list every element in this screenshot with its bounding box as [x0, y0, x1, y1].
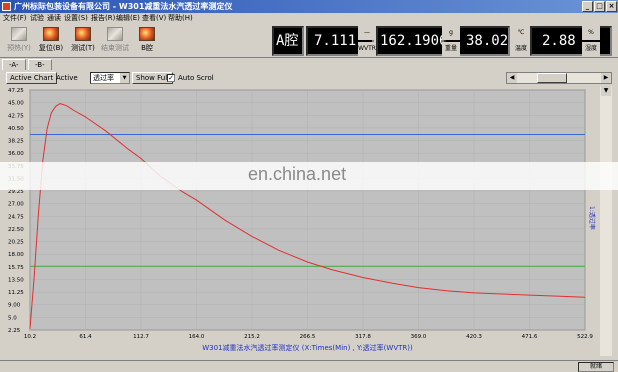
y-tick-label: 45.00 — [8, 101, 24, 107]
chamber-b-button[interactable]: B腔 — [130, 26, 164, 56]
chamber-tabs: -A- -B- — [0, 59, 618, 70]
temp-value: 2.88 — [542, 33, 576, 49]
tab-b[interactable]: -B- — [28, 59, 52, 70]
y-tick-label: 11.25 — [8, 290, 24, 296]
x-tick-label: 522.9 — [577, 334, 593, 340]
wvtr-display: 162.1906 — [376, 26, 448, 56]
active-label: Active — [56, 74, 78, 82]
menu-bar: 文件(F) 试验 通读 设置(S) 报告(R) 编辑(E) 查看(V) 帮助(H… — [0, 13, 618, 24]
x-tick-label: 215.2 — [244, 334, 260, 340]
stop-test-button[interactable]: 结束测试 — [98, 26, 132, 56]
scroll-right-icon[interactable]: ▶ — [601, 73, 611, 83]
y-tick-label: 15.75 — [8, 265, 24, 271]
scroll-thumb[interactable] — [537, 73, 567, 83]
y-tick-label: 13.50 — [8, 277, 24, 283]
reset-icon — [43, 27, 59, 41]
y-tick-label: 22.50 — [8, 227, 24, 233]
maximize-button[interactable]: □ — [594, 1, 605, 12]
app-icon — [2, 2, 11, 11]
status-text: 就绪 — [578, 362, 614, 372]
close-button[interactable]: × — [606, 1, 617, 12]
preheat-icon — [11, 27, 27, 41]
test-icon — [75, 27, 91, 41]
chamber-display: A腔 — [272, 26, 304, 56]
y-tick-label: 2.25 — [8, 328, 21, 334]
menu-settings[interactable]: 设置(S) — [64, 13, 88, 24]
temp-unit-symbol: ℃ — [512, 26, 530, 40]
menu-view[interactable]: 查看(V) — [142, 13, 166, 24]
stop-test-icon — [107, 27, 123, 41]
y-tick-label: 18.00 — [8, 252, 24, 258]
chevron-down-icon: ▼ — [120, 73, 129, 83]
value1-value: 7.111 — [314, 33, 357, 49]
chamber-value: A腔 — [276, 33, 299, 49]
vertical-scrollbar[interactable]: ▲ ▼ — [600, 86, 612, 356]
x-tick-label: 369.0 — [411, 334, 427, 340]
menu-test[interactable]: 试验 — [30, 13, 44, 24]
menu-report[interactable]: 报告(R) — [91, 13, 115, 24]
humidity-unit-symbol: % — [582, 26, 600, 40]
wvtr-unit-label: WVTR — [358, 42, 376, 56]
scroll-left-icon[interactable]: ◀ — [507, 73, 517, 83]
y-tick-label: 38.25 — [8, 139, 24, 145]
humidity-unit-label: 湿度 — [582, 42, 600, 56]
tab-a[interactable]: -A- — [2, 59, 26, 70]
y-axis-label-right: 1:透过率 — [588, 206, 596, 230]
weight-unit-symbol: g — [442, 26, 460, 40]
x-tick-label: 10.2 — [24, 334, 36, 340]
active-chart-button[interactable]: Active Chart — [6, 72, 58, 84]
preheat-button[interactable]: 预热(Y) — [2, 26, 36, 56]
y-tick-label: 42.75 — [8, 113, 24, 119]
watermark-band: en.china.net — [0, 162, 618, 190]
test-label: 测试(T) — [71, 44, 95, 52]
wvtr-chart: 2.25 5.0 9.00 11.25 13.50 15.75 18.00 20.25 22.5… — [4, 86, 600, 358]
status-bar: 就绪 — [0, 360, 618, 372]
menu-help[interactable]: 帮助(H) — [168, 13, 193, 24]
menu-read[interactable]: 通读 — [47, 13, 61, 24]
x-tick-label: 317.8 — [355, 334, 371, 340]
x-tick-label: 420.3 — [466, 334, 482, 340]
watermark-text: en.china.net — [248, 164, 347, 184]
x-tick-label: 471.6 — [522, 334, 538, 340]
window-title: 广州标际包装设备有限公司 - W301减重法水汽透过率测定仪 — [14, 2, 233, 11]
y-tick-label: 40.50 — [8, 126, 24, 132]
test-button[interactable]: 测试(T) — [66, 26, 100, 56]
x-tick-label: 112.7 — [133, 334, 149, 340]
chamber-b-label: B腔 — [141, 44, 153, 52]
auto-scroll-checkbox[interactable]: ✓ — [167, 74, 175, 82]
preheat-label: 预热(Y) — [7, 44, 31, 52]
series-select-value: 透过率 — [93, 74, 114, 82]
stop-test-label: 结束测试 — [101, 44, 129, 52]
wvtr-value: 162.1906 — [380, 33, 448, 49]
minimize-button[interactable]: _ — [582, 1, 593, 12]
title-bar: 广州标际包装设备有限公司 - W301减重法水汽透过率测定仪 _ □ × — [0, 0, 618, 13]
value1-unit: — — [358, 26, 376, 40]
x-tick-label: 164.0 — [189, 334, 205, 340]
y-tick-label: 47.25 — [8, 88, 24, 94]
y-tick-label: 36.00 — [8, 151, 24, 157]
chamber-b-icon — [139, 27, 155, 41]
menu-edit[interactable]: 编辑(E) — [116, 13, 140, 24]
series-select[interactable]: 透过率 ▼ — [90, 72, 130, 84]
menu-file[interactable]: 文件(F) — [3, 13, 27, 24]
y-tick-label: 27.00 — [8, 202, 24, 208]
reset-label: 复位(B) — [38, 44, 64, 52]
reset-button[interactable]: 复位(B) — [34, 26, 68, 56]
scroll-down-icon[interactable]: ▼ — [601, 86, 611, 96]
weight-value: 38.02 — [466, 33, 509, 49]
y-tick-label: 20.25 — [8, 240, 24, 246]
y-tick-label: 9.00 — [8, 303, 21, 309]
y-tick-label: 5.0 — [8, 315, 17, 321]
x-tick-label: 61.4 — [79, 334, 92, 340]
auto-scroll-label: Auto Scrol — [178, 74, 214, 82]
temp-unit-label: 温度 — [512, 42, 530, 56]
x-axis-label: W301减重法水汽透过率测定仪 (X:Times(Min) , Y:透过率(WV… — [202, 343, 413, 352]
weight-unit-label: 重量 — [442, 42, 460, 56]
y-tick-label: 24.75 — [8, 214, 24, 220]
x-tick-label: 266.5 — [300, 334, 316, 340]
horizontal-scrollbar[interactable]: ◀ ▶ — [506, 72, 612, 84]
